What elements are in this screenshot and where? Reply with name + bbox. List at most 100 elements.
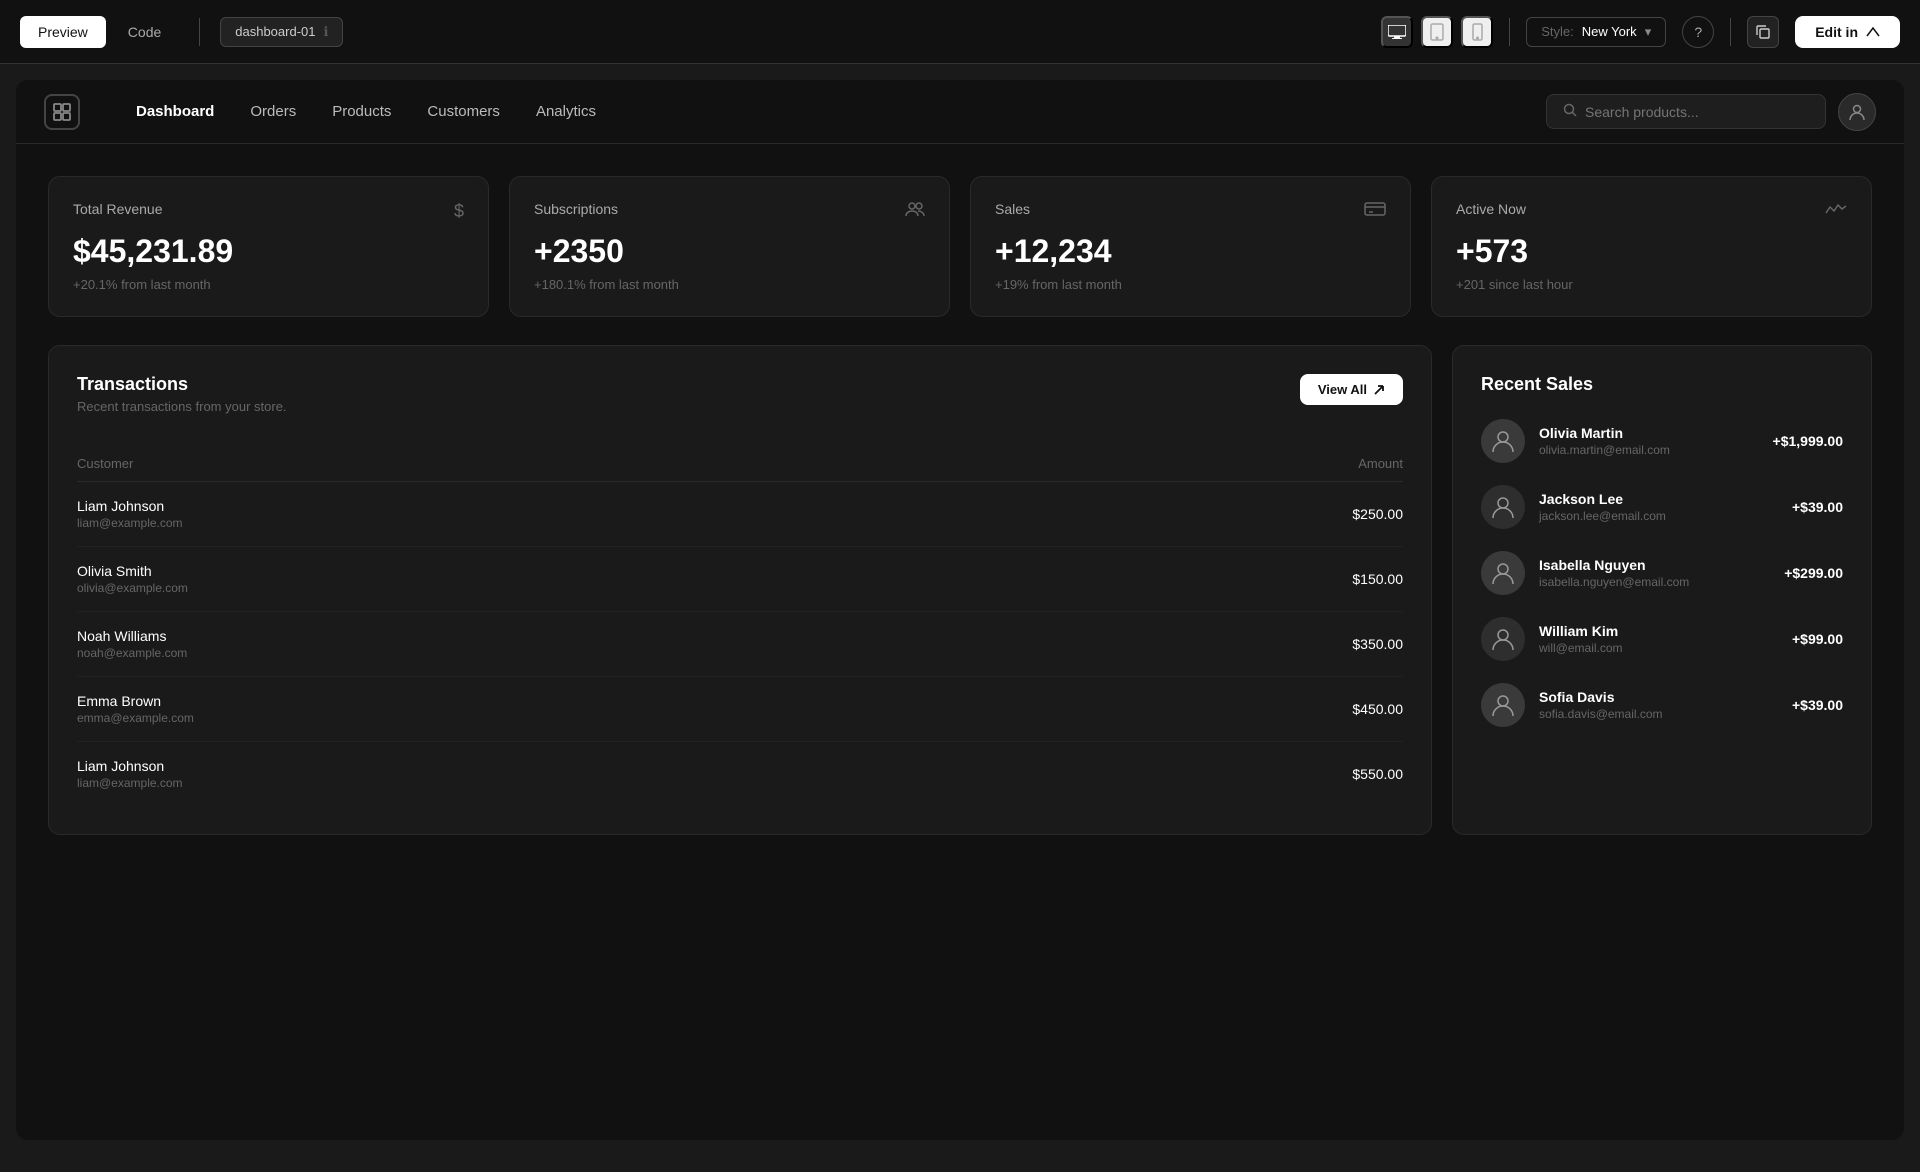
- transaction-amount: $350.00: [1002, 612, 1403, 677]
- credit-card-icon: [1364, 201, 1386, 222]
- stat-card-revenue-header: Total Revenue $: [73, 201, 464, 222]
- table-row: Emma Brown emma@example.com $450.00: [77, 677, 1403, 742]
- sale-item: Jackson Lee jackson.lee@email.com +$39.0…: [1481, 485, 1843, 529]
- transaction-customer-email: liam@example.com: [77, 776, 1002, 790]
- sale-email: isabella.nguyen@email.com: [1539, 575, 1770, 589]
- transactions-table: Customer Amount Liam Johnson liam@exampl…: [77, 446, 1403, 806]
- nav-items: Dashboard Orders Products Customers Anal…: [120, 95, 612, 128]
- nav-item-dashboard[interactable]: Dashboard: [120, 95, 230, 128]
- style-selector[interactable]: Style: New York ▾: [1526, 17, 1666, 47]
- transaction-customer-email: emma@example.com: [77, 711, 1002, 725]
- code-tab[interactable]: Code: [110, 16, 179, 48]
- bottom-row: Transactions Recent transactions from yo…: [48, 345, 1872, 835]
- transactions-title-group: Transactions Recent transactions from yo…: [77, 374, 287, 442]
- table-row: Liam Johnson liam@example.com $250.00: [77, 482, 1403, 547]
- transactions-header-row: Customer Amount: [77, 446, 1403, 482]
- stat-card-active-value: +573: [1456, 234, 1847, 269]
- copy-button[interactable]: [1747, 16, 1779, 48]
- transactions-thead: Customer Amount: [77, 446, 1403, 482]
- transaction-customer-email: noah@example.com: [77, 646, 1002, 660]
- transactions-header: Transactions Recent transactions from yo…: [77, 374, 1403, 442]
- transaction-amount: $150.00: [1002, 547, 1403, 612]
- sale-name: William Kim: [1539, 623, 1778, 639]
- info-icon: ℹ: [324, 24, 329, 40]
- stat-card-active-sub: +201 since last hour: [1456, 277, 1847, 292]
- tablet-icon[interactable]: [1421, 16, 1453, 48]
- stat-card-sales-title: Sales: [995, 201, 1030, 217]
- nav-item-analytics[interactable]: Analytics: [520, 95, 612, 128]
- mobile-icon[interactable]: [1461, 16, 1493, 48]
- table-row: Noah Williams noah@example.com $350.00: [77, 612, 1403, 677]
- view-all-label: View All: [1318, 382, 1367, 397]
- desktop-icon[interactable]: [1381, 16, 1413, 48]
- toolbar-tabs: Preview Code: [20, 16, 179, 48]
- transaction-amount: $550.00: [1002, 742, 1403, 807]
- sale-email: sofia.davis@email.com: [1539, 707, 1778, 721]
- stat-card-active-title: Active Now: [1456, 201, 1526, 217]
- stat-card-sales-sub: +19% from last month: [995, 277, 1386, 292]
- preview-tab[interactable]: Preview: [20, 16, 106, 48]
- transactions-tbody: Liam Johnson liam@example.com $250.00 Ol…: [77, 482, 1403, 807]
- stats-row: Total Revenue $ $45,231.89 +20.1% from l…: [48, 176, 1872, 317]
- users-icon: [905, 201, 925, 222]
- stat-card-sales-header: Sales: [995, 201, 1386, 222]
- amount-col-header: Amount: [1002, 446, 1403, 482]
- device-icons: [1381, 16, 1493, 48]
- main-wrapper: Dashboard Orders Products Customers Anal…: [16, 80, 1904, 1140]
- stat-card-active-header: Active Now: [1456, 201, 1847, 222]
- style-value-text: New York: [1582, 24, 1637, 39]
- stat-card-sub-value: +2350: [534, 234, 925, 269]
- dashboard-name-text: dashboard-01: [235, 24, 315, 39]
- search-box[interactable]: [1546, 94, 1826, 129]
- dashboard-label: dashboard-01 ℹ: [220, 17, 343, 47]
- sale-email: jackson.lee@email.com: [1539, 509, 1778, 523]
- sale-avatar: [1481, 683, 1525, 727]
- sale-name: Sofia Davis: [1539, 689, 1778, 705]
- sale-info: Olivia Martin olivia.martin@email.com: [1539, 425, 1759, 457]
- nav-item-products[interactable]: Products: [316, 95, 407, 128]
- sale-info: William Kim will@email.com: [1539, 623, 1778, 655]
- sale-item: Olivia Martin olivia.martin@email.com +$…: [1481, 419, 1843, 463]
- sale-amount: +$299.00: [1784, 565, 1843, 581]
- sale-amount: +$1,999.00: [1773, 433, 1843, 449]
- transactions-title: Transactions: [77, 374, 287, 395]
- table-row: Olivia Smith olivia@example.com $150.00: [77, 547, 1403, 612]
- sale-name: Isabella Nguyen: [1539, 557, 1770, 573]
- stat-card-revenue-title: Total Revenue: [73, 201, 163, 217]
- nav-right: [1546, 93, 1876, 131]
- stat-card-subscriptions: Subscriptions +2350 +180.1% from last mo…: [509, 176, 950, 317]
- stat-card-sub-header: Subscriptions: [534, 201, 925, 222]
- nav-item-orders[interactable]: Orders: [234, 95, 312, 128]
- table-row: Liam Johnson liam@example.com $550.00: [77, 742, 1403, 807]
- transaction-customer-name: Noah Williams: [77, 628, 1002, 644]
- toolbar-sep-1: [1509, 18, 1510, 46]
- edit-in-label: Edit in: [1815, 24, 1858, 40]
- sale-avatar: [1481, 551, 1525, 595]
- transaction-amount: $250.00: [1002, 482, 1403, 547]
- sale-name: Jackson Lee: [1539, 491, 1778, 507]
- sale-name: Olivia Martin: [1539, 425, 1759, 441]
- search-input[interactable]: [1585, 104, 1809, 120]
- nav-item-customers[interactable]: Customers: [411, 95, 516, 128]
- toolbar-right: Style: New York ▾ ? Edit in: [1381, 16, 1900, 48]
- sale-amount: +$39.00: [1792, 697, 1843, 713]
- sale-item: Sofia Davis sofia.davis@email.com +$39.0…: [1481, 683, 1843, 727]
- recent-sales-list: Olivia Martin olivia.martin@email.com +$…: [1481, 419, 1843, 727]
- edit-in-button[interactable]: Edit in: [1795, 16, 1900, 48]
- sale-email: olivia.martin@email.com: [1539, 443, 1759, 457]
- customer-col-header: Customer: [77, 446, 1002, 482]
- stat-card-revenue: Total Revenue $ $45,231.89 +20.1% from l…: [48, 176, 489, 317]
- toolbar: Preview Code dashboard-01 ℹ Style: New Y…: [0, 0, 1920, 64]
- sale-email: will@email.com: [1539, 641, 1778, 655]
- chevron-down-icon: ▾: [1645, 24, 1652, 40]
- stat-card-sub-title: Subscriptions: [534, 201, 618, 217]
- sale-amount: +$99.00: [1792, 631, 1843, 647]
- view-all-button[interactable]: View All: [1300, 374, 1403, 405]
- transaction-amount: $450.00: [1002, 677, 1403, 742]
- stat-card-sub-sub: +180.1% from last month: [534, 277, 925, 292]
- transactions-subtitle: Recent transactions from your store.: [77, 399, 287, 414]
- activity-icon: [1825, 201, 1847, 222]
- stat-card-active: Active Now +573 +201 since last hour: [1431, 176, 1872, 317]
- help-button[interactable]: ?: [1682, 16, 1714, 48]
- user-avatar-button[interactable]: [1838, 93, 1876, 131]
